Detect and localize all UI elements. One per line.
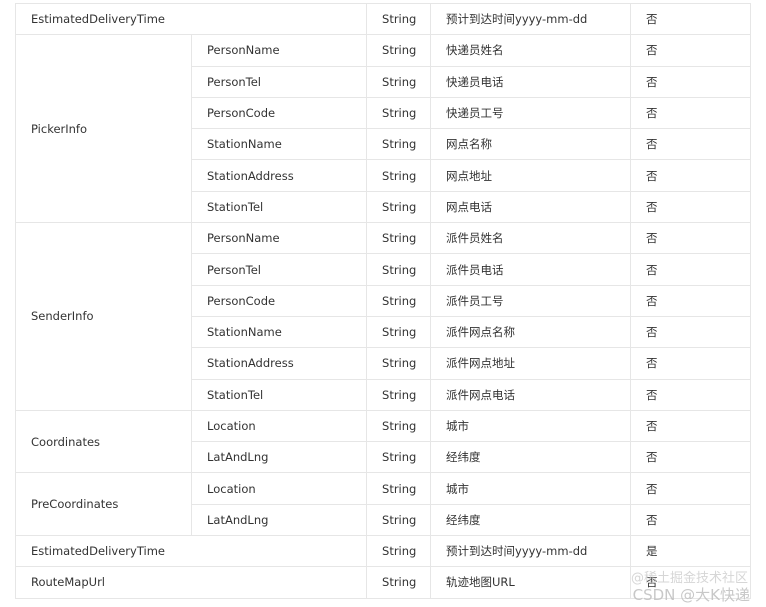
field-desc-cell: 派件网点地址 bbox=[430, 347, 632, 380]
field-type-cell: String bbox=[366, 222, 432, 255]
field-desc-cell: 派件网点电话 bbox=[430, 378, 632, 411]
field-required-cell: 否 bbox=[630, 222, 752, 255]
field-required-cell: 否 bbox=[630, 409, 752, 443]
table-row: PreCoordinates Location String 城市否 bbox=[15, 472, 752, 537]
field-type-cell: String bbox=[366, 535, 432, 568]
field-type-cell: String bbox=[366, 96, 432, 130]
group-name-cell: PreCoordinates bbox=[15, 472, 192, 537]
field-type-cell: String bbox=[366, 503, 432, 537]
field-desc-cell: 网点电话 bbox=[430, 190, 632, 224]
field-type-cell: String bbox=[366, 2, 432, 36]
sub-field-name-cell: PersonCode bbox=[190, 284, 368, 317]
field-desc-cell: 快递员姓名 bbox=[430, 34, 632, 67]
sub-field-name-cell: StationTel bbox=[190, 190, 368, 224]
field-name-cell: RouteMapUrl bbox=[14, 566, 368, 599]
field-required-cell: 否 bbox=[630, 96, 752, 130]
field-type-cell: String bbox=[366, 284, 432, 317]
sub-field-name-cell: LatAndLng bbox=[190, 503, 368, 537]
field-required-cell: 否 bbox=[630, 441, 752, 474]
sub-field-name-cell: PersonName bbox=[190, 34, 368, 67]
field-required-cell: 否 bbox=[630, 347, 752, 380]
field-type-cell: String bbox=[366, 253, 432, 286]
field-required-cell: 否 bbox=[630, 472, 752, 505]
field-desc-cell: 预计到达时间yyyy-mm-dd bbox=[430, 2, 632, 36]
fields-table: EstimatedDeliveryTime String 预计到达时间yyyy-mm… bbox=[14, 2, 752, 599]
sub-field-name-cell: StationAddress bbox=[190, 159, 368, 192]
sub-field-name-cell: PersonTel bbox=[190, 65, 368, 98]
table-row: Coordinates Location String 城市否 bbox=[15, 409, 752, 474]
field-type-cell: String bbox=[366, 128, 432, 161]
group-name-cell: PickerInfo bbox=[15, 34, 192, 224]
field-required-cell: 否 bbox=[630, 503, 752, 537]
field-required-cell: 否 bbox=[630, 378, 752, 411]
field-type-cell: String bbox=[366, 315, 432, 349]
field-required-cell: 否 bbox=[630, 34, 752, 67]
table-row: SenderInfo PersonName String 派件员姓名否 bbox=[15, 222, 752, 411]
field-desc-cell: 派件员电话 bbox=[430, 253, 632, 286]
field-desc-cell: 派件员姓名 bbox=[430, 222, 632, 255]
field-type-cell: String bbox=[366, 190, 432, 224]
field-required-cell: 否 bbox=[630, 159, 752, 192]
field-required-cell: 否 bbox=[630, 315, 752, 349]
field-desc-cell: 预计到达时间yyyy-mm-dd bbox=[430, 535, 632, 568]
sub-field-name-cell: StationAddress bbox=[190, 347, 368, 380]
field-required-cell: 否 bbox=[630, 566, 752, 599]
table-row: EstimatedDeliveryTime String 预计到达时间yyyy-mm… bbox=[14, 2, 752, 36]
field-type-cell: String bbox=[366, 378, 432, 411]
sub-field-name-cell: StationName bbox=[190, 315, 368, 349]
sub-field-name-cell: StationTel bbox=[190, 378, 368, 411]
table-row: RouteMapUrl String 轨迹地图URL 否 bbox=[14, 566, 752, 599]
table-row: PickerInfo PersonName String 快递员姓名否 bbox=[15, 34, 752, 224]
field-required-cell: 否 bbox=[630, 2, 752, 36]
sub-field-name-cell: StationName bbox=[190, 128, 368, 161]
field-required-cell: 否 bbox=[630, 190, 752, 224]
sub-field-name-cell: Location bbox=[190, 472, 368, 505]
table-row: EstimatedDeliveryTime String 预计到达时间yyyy-mm… bbox=[14, 535, 752, 568]
field-required-cell: 否 bbox=[630, 284, 752, 317]
field-name-cell: EstimatedDeliveryTime bbox=[14, 2, 368, 36]
field-type-cell: String bbox=[366, 409, 432, 443]
group-name-cell: Coordinates bbox=[15, 409, 192, 474]
field-desc-cell: 派件网点名称 bbox=[430, 315, 632, 349]
field-desc-cell: 网点地址 bbox=[430, 159, 632, 192]
field-required-cell: 否 bbox=[630, 65, 752, 98]
sub-field-name-cell: PersonTel bbox=[190, 253, 368, 286]
field-name-cell: EstimatedDeliveryTime bbox=[14, 535, 368, 568]
field-type-cell: String bbox=[366, 472, 432, 505]
field-desc-cell: 轨迹地图URL bbox=[430, 566, 632, 599]
sub-field-name-cell: PersonCode bbox=[190, 96, 368, 130]
field-desc-cell: 快递员工号 bbox=[430, 96, 632, 130]
field-type-cell: String bbox=[366, 159, 432, 192]
sub-field-name-cell: Location bbox=[190, 409, 368, 443]
sub-field-name-cell: PersonName bbox=[190, 222, 368, 255]
field-required-cell: 否 bbox=[630, 253, 752, 286]
field-type-cell: String bbox=[366, 65, 432, 98]
field-desc-cell: 网点名称 bbox=[430, 128, 632, 161]
field-type-cell: String bbox=[366, 566, 432, 599]
field-type-cell: String bbox=[366, 441, 432, 474]
field-required-cell: 否 bbox=[630, 128, 752, 161]
field-desc-cell: 快递员电话 bbox=[430, 65, 632, 98]
field-required-cell: 是 bbox=[630, 535, 752, 568]
field-desc-cell: 经纬度 bbox=[430, 441, 632, 474]
field-desc-cell: 城市 bbox=[430, 472, 632, 505]
sub-field-name-cell: LatAndLng bbox=[190, 441, 368, 474]
field-desc-cell: 经纬度 bbox=[430, 503, 632, 537]
group-name-cell: SenderInfo bbox=[15, 222, 192, 411]
field-desc-cell: 派件员工号 bbox=[430, 284, 632, 317]
field-type-cell: String bbox=[366, 347, 432, 380]
field-desc-cell: 城市 bbox=[430, 409, 632, 443]
field-type-cell: String bbox=[366, 34, 432, 67]
